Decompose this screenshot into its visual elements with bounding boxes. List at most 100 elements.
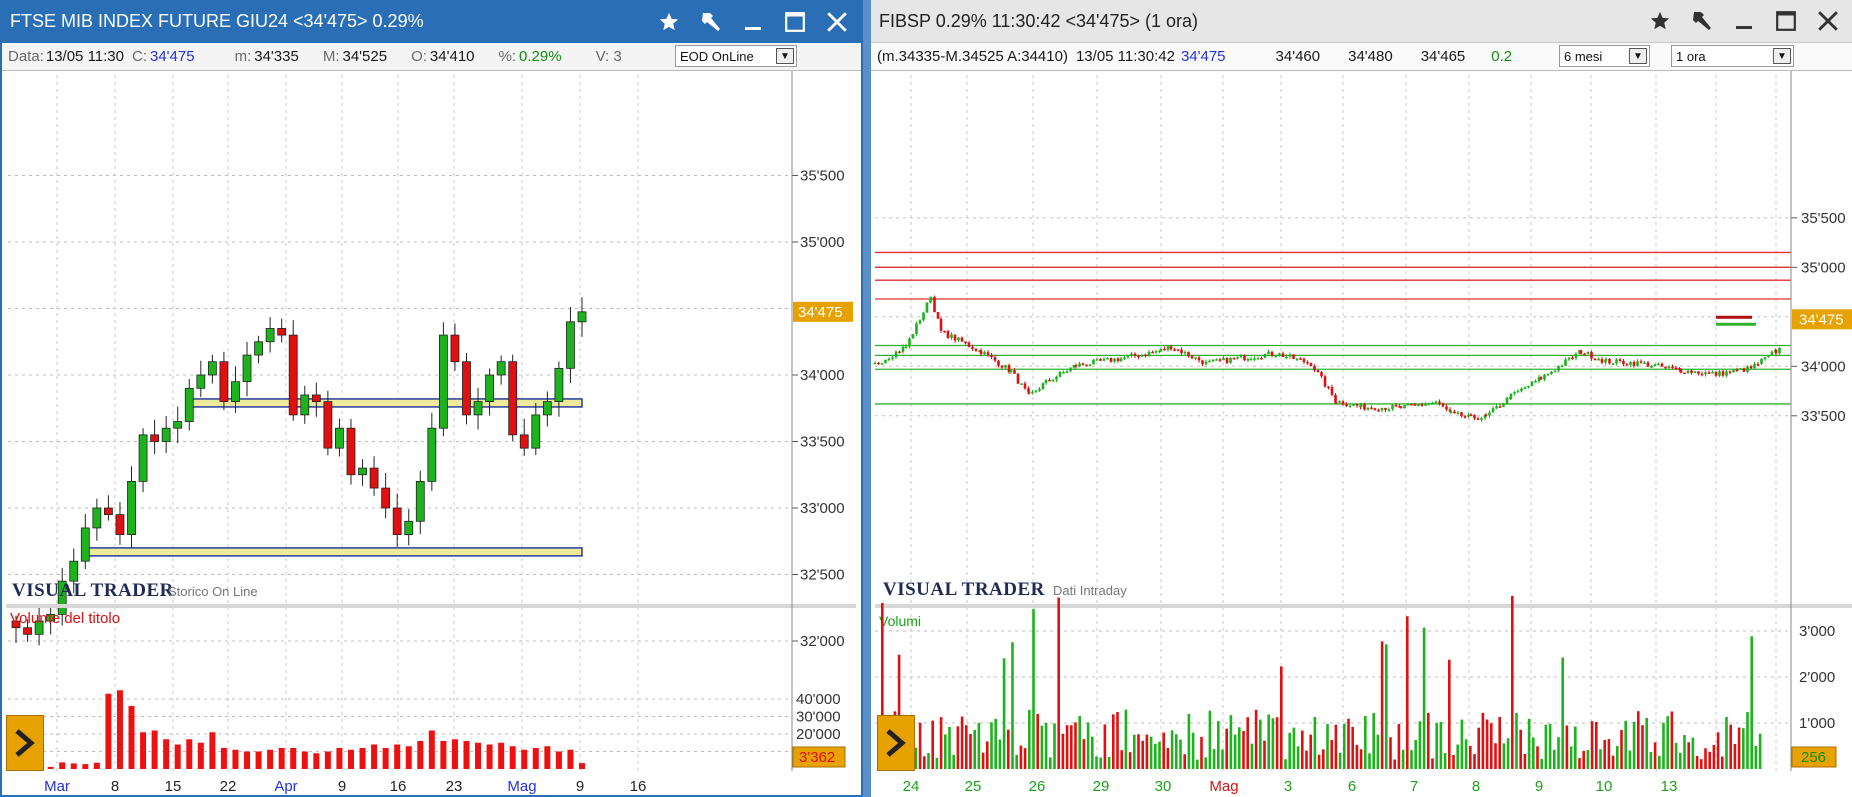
volume-axis-label: 40'000 [796,691,841,708]
close-icon[interactable] [1808,3,1848,39]
volume-bar [1179,739,1182,769]
candle-body [1513,392,1516,394]
candle-body [1571,357,1574,360]
close-icon[interactable] [817,4,857,40]
candle-body [936,312,940,319]
x-axis-label: 3 [1284,778,1292,795]
source-select[interactable]: EOD OnLine ▼ [675,45,797,67]
left-expand-button[interactable] [6,715,44,771]
candle-body [1697,371,1700,374]
candle-body [1480,418,1483,420]
candle-body [1194,357,1197,359]
volume-bar [994,718,997,769]
candle-body [1583,353,1586,356]
volume-bar [93,762,100,769]
candle-body [986,352,990,355]
candle-body [891,357,894,359]
volume-bar [1103,724,1107,769]
candle-body [1756,364,1760,366]
volume-bar [1561,657,1564,769]
candle-body [904,346,908,349]
candle-body [1306,361,1309,364]
volume-bar [1649,751,1653,769]
candle-body [1557,365,1560,371]
right-expand-button[interactable] [877,715,915,771]
hammer-icon[interactable] [1682,3,1722,39]
volume-bar [301,751,308,769]
star-icon[interactable] [649,4,689,40]
volume-bar [371,744,378,769]
candle-body [943,330,946,333]
candle-body [1243,355,1246,361]
min-value: 34'335 [254,48,299,65]
left-chart[interactable]: 35'500 35'000 34'000 33'500 33'000 32'500 32'0… [2,71,861,797]
hammer-icon[interactable] [691,4,731,40]
maximize-icon[interactable] [775,4,815,40]
candle-body [1222,357,1225,361]
candle-body [1345,404,1348,407]
candle-body [346,427,356,476]
candle-body [1253,358,1256,360]
candle-body [1770,351,1774,356]
candle-body [1088,364,1092,366]
maximize-icon[interactable] [1766,3,1806,39]
candle-body [1441,403,1445,407]
candle-body [1085,364,1088,367]
volume-bar [1628,750,1632,769]
minimize-icon[interactable] [733,4,773,40]
candle-body [922,312,925,321]
x-axis-label: 16 [390,778,407,795]
candle-body [1467,414,1470,417]
max-label: M: [322,48,340,65]
forecast-mark [1716,322,1756,326]
window-divider[interactable] [863,0,871,797]
right-title-bar[interactable]: FIBSP 0.29% 11:30:42 <34'475> (1 ora) [871,0,1852,43]
volume-bar [1225,728,1228,769]
volume-bar [1137,734,1140,769]
candle-body [1183,351,1187,354]
brand-sub-label: Storico On Line [168,584,258,599]
candle-body [1456,412,1460,414]
period-select[interactable]: 6 mesi ▼ [1559,45,1650,67]
candle-body [1683,372,1686,375]
volume-bar [948,726,951,769]
candle-body [1597,358,1600,361]
candle-body [1660,363,1664,367]
candle-body [884,359,887,364]
star-icon[interactable] [1640,3,1680,39]
left-title-bar[interactable]: FTSE MIB INDEX FUTURE GIU24 <34'475> 0.2… [2,0,861,43]
candle-body [1048,379,1051,382]
candle-body [1215,359,1218,361]
candle-body [1232,358,1236,360]
candle-body [1394,405,1398,407]
candle-body [161,427,171,442]
candle-body [1190,356,1194,359]
volume-bar [1061,733,1065,769]
minimize-icon[interactable] [1724,3,1764,39]
candle-body [1403,405,1406,409]
candle-body [392,507,402,536]
volume-bar [923,756,926,769]
candle-body [415,480,425,522]
volume-bar [1498,716,1501,769]
volume-bar [1355,744,1359,769]
right-chart[interactable]: 35'500 35'000 34'000 33'500 34'475 VISUAL TRA… [871,71,1852,797]
candle-body [1671,366,1674,369]
chevron-down-icon[interactable]: ▼ [776,48,794,64]
volume-bar [1305,750,1308,769]
volume-bar [1175,734,1178,769]
candle-body [184,387,194,422]
candle-body [953,334,957,341]
candle-body [381,487,391,509]
chevron-down-icon[interactable]: ▼ [1629,48,1647,64]
volume-bar [1368,753,1371,769]
volume-bar [1170,730,1174,769]
candle-body [1674,367,1678,370]
candle-body [960,337,964,342]
interval-select[interactable]: 1 ora ▼ [1671,45,1794,67]
volume-bar [1540,759,1543,769]
candle-body [1366,407,1370,410]
chevron-down-icon[interactable]: ▼ [1773,48,1791,64]
volume-bar [1716,732,1720,769]
volume-bar [428,730,435,769]
